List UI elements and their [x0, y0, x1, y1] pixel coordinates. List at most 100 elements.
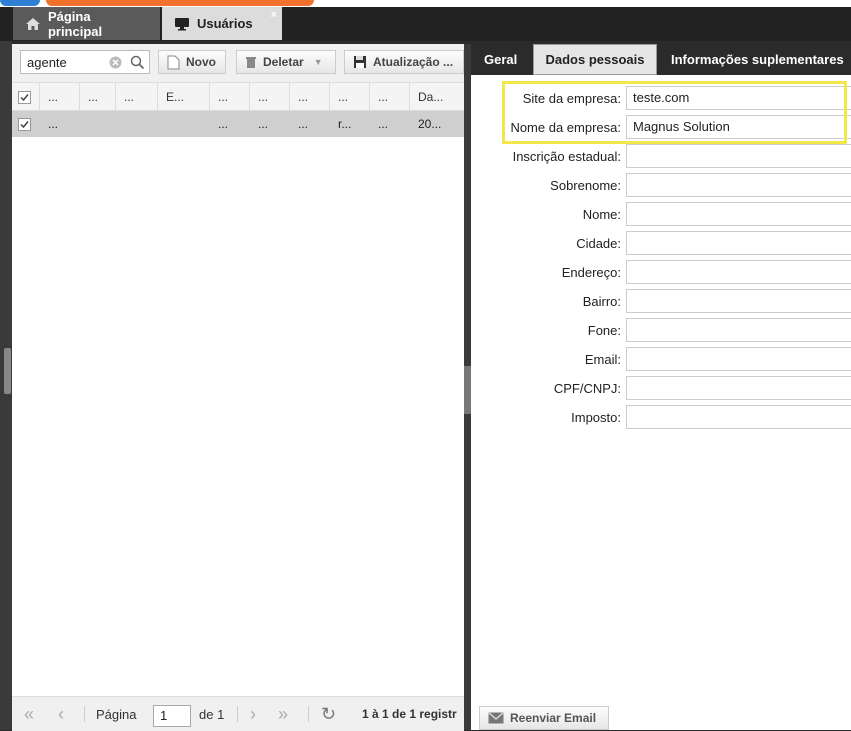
divider	[308, 706, 309, 722]
column-header[interactable]: E...	[158, 83, 210, 111]
field-label: Imposto:	[571, 410, 621, 425]
cpf-cnpj-input[interactable]	[626, 376, 851, 400]
divider	[84, 706, 85, 722]
home-icon	[25, 17, 40, 30]
document-icon	[167, 55, 180, 69]
tab-users-label: Usuários	[197, 16, 253, 31]
field-label: Endereço:	[561, 265, 621, 280]
field-state-registration: Inscrição estadual:	[471, 144, 851, 168]
search-value: agente	[27, 55, 67, 70]
page-total: de 1	[199, 706, 225, 722]
company-site-input[interactable]: teste.com	[626, 86, 851, 110]
field-label: Site da empresa:	[522, 91, 621, 106]
table-cell: ...	[48, 117, 59, 131]
update-button[interactable]: Atualização ...	[344, 50, 464, 74]
grid-toolbar: agente Novo Deletar ▼ Atualização ...	[12, 44, 464, 82]
resend-email-label: Reenviar Email	[510, 711, 597, 725]
field-phone: Fone:	[471, 318, 851, 342]
company-name-input[interactable]: Magnus Solution	[626, 115, 851, 139]
first-page-icon[interactable]: «	[24, 697, 34, 731]
table-row[interactable]: ... ... ... ... r... ... 20...	[12, 111, 464, 137]
table-cell: ...	[218, 117, 229, 131]
column-header[interactable]: Da...	[410, 83, 464, 111]
column-header[interactable]: ...	[330, 83, 370, 111]
monitor-icon	[175, 17, 189, 30]
field-label: Nome:	[582, 207, 621, 222]
trash-icon	[246, 57, 256, 68]
new-button[interactable]: Novo	[158, 50, 226, 74]
first-name-input[interactable]	[626, 202, 851, 226]
field-label: Sobrenome:	[550, 178, 621, 193]
delete-button[interactable]: Deletar ▼	[236, 50, 336, 74]
grid-header: ... ... ... E... ... ... ... ... ... Da.…	[12, 82, 464, 111]
tax-input[interactable]	[626, 405, 851, 429]
tab-users[interactable]: Usuários ×	[162, 7, 282, 40]
left-collapse-handle[interactable]	[4, 348, 11, 394]
new-button-label: Novo	[186, 55, 216, 69]
city-input[interactable]	[626, 231, 851, 255]
clear-icon[interactable]	[109, 56, 122, 69]
divider	[237, 706, 238, 722]
field-label: Email:	[584, 352, 621, 367]
last-name-input[interactable]	[626, 173, 851, 197]
column-header[interactable]: ...	[370, 83, 410, 111]
table-cell: ...	[378, 117, 389, 131]
save-icon	[354, 56, 366, 68]
field-cpf-cnpj: CPF/CNPJ:	[471, 376, 851, 400]
close-icon[interactable]: ×	[271, 9, 277, 21]
column-header[interactable]: ...	[116, 83, 158, 111]
state-registration-input[interactable]	[626, 144, 851, 168]
field-last-name: Sobrenome:	[471, 173, 851, 197]
logo-fragment-orange	[46, 0, 314, 6]
address-input[interactable]	[626, 260, 851, 284]
next-page-icon[interactable]: ›	[250, 697, 256, 731]
logo-strip	[0, 0, 851, 7]
tab-extra-info[interactable]: Informações suplementares	[671, 44, 851, 75]
tab-home-label: Página principal	[47, 8, 103, 39]
tab-home[interactable]: Página principal	[13, 7, 160, 40]
search-icon[interactable]	[130, 55, 145, 70]
update-button-label: Atualização ...	[373, 55, 454, 69]
last-page-icon[interactable]: »	[278, 697, 288, 731]
column-header[interactable]: ...	[250, 83, 290, 111]
checkbox-icon	[18, 90, 31, 104]
field-tax: Imposto:	[471, 405, 851, 429]
pager-summary: 1 à 1 de 1 registr	[362, 707, 457, 721]
field-label: Bairro:	[582, 294, 621, 309]
tab-general[interactable]: Geral	[484, 44, 524, 75]
checkbox-icon	[18, 117, 31, 131]
envelope-icon	[488, 712, 504, 724]
field-label: Cidade:	[576, 236, 621, 251]
delete-button-label: Deletar	[263, 55, 304, 69]
field-email: Email:	[471, 347, 851, 371]
phone-input[interactable]	[626, 318, 851, 342]
column-header[interactable]: ...	[80, 83, 116, 111]
field-label: CPF/CNPJ:	[553, 381, 621, 396]
field-label: Inscrição estadual:	[512, 149, 621, 164]
column-header[interactable]: ...	[40, 83, 80, 111]
column-header[interactable]: ...	[290, 83, 330, 111]
field-city: Cidade:	[471, 231, 851, 255]
table-cell: ...	[258, 117, 269, 131]
field-address: Endereço:	[471, 260, 851, 284]
table-cell: r...	[338, 117, 352, 131]
neighborhood-input[interactable]	[626, 289, 851, 313]
users-grid-panel: agente Novo Deletar ▼ Atualização ... ..…	[12, 44, 464, 731]
select-all-checkbox[interactable]	[12, 83, 40, 111]
table-cell: ...	[298, 117, 309, 131]
page-number-input[interactable]: 1	[153, 705, 191, 727]
prev-page-icon[interactable]: ‹	[58, 697, 64, 731]
field-first-name: Nome:	[471, 202, 851, 226]
splitter-handle[interactable]	[464, 366, 471, 414]
refresh-icon[interactable]: ↻	[321, 697, 336, 731]
dropdown-arrow-icon[interactable]: ▼	[314, 57, 323, 67]
resend-email-button[interactable]: Reenviar Email	[479, 706, 609, 730]
email-input[interactable]	[626, 347, 851, 371]
field-label: Fone:	[587, 323, 621, 338]
field-label: Nome da empresa:	[510, 120, 621, 135]
column-header[interactable]: ...	[210, 83, 250, 111]
pagination-bar: « ‹ Página 1 de 1 › » ↻ 1 à 1 de 1 regis…	[12, 696, 464, 731]
row-checkbox[interactable]	[12, 111, 40, 137]
search-input[interactable]: agente	[20, 50, 150, 74]
tab-personal-data[interactable]: Dados pessoais	[533, 44, 657, 75]
